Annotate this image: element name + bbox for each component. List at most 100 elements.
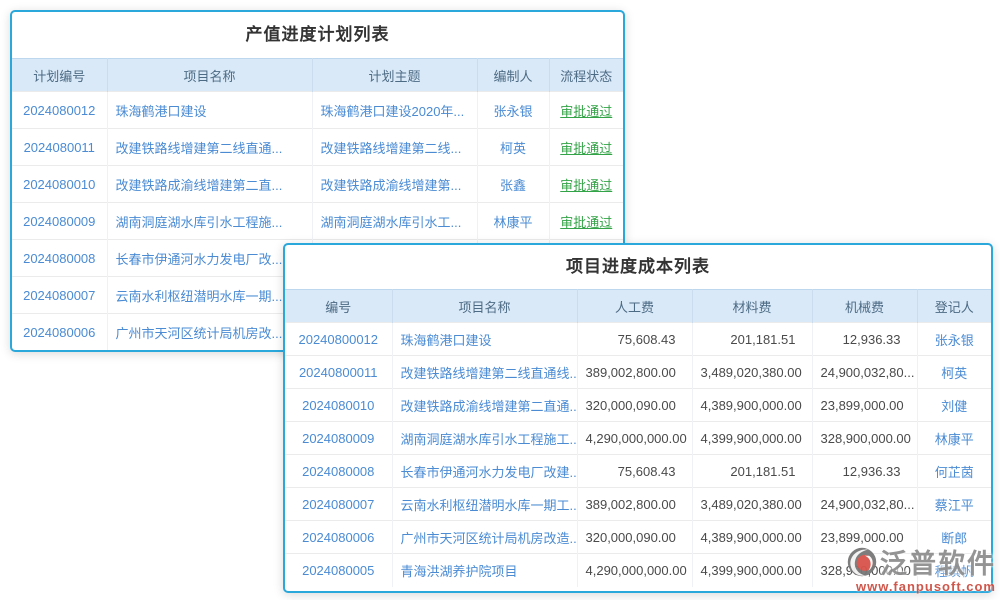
cell-registrant[interactable]: 程缤帆 [917, 554, 991, 587]
desktop: { "plan_window": { "title": "产值进度计划列表", … [0, 0, 1000, 600]
cell-machine-cost: 24,900,032,80... [812, 488, 917, 521]
cost-window-title: 项目进度成本列表 [285, 245, 991, 289]
col-header-author: 编制人 [477, 59, 549, 92]
cell-cost-id[interactable]: 2024080005 [285, 554, 392, 587]
plan-table-header-row: 计划编号 项目名称 计划主题 编制人 流程状态 [12, 59, 623, 92]
cell-flow-status[interactable]: 审批通过 [549, 203, 623, 240]
cell-author[interactable]: 张鑫 [477, 166, 549, 203]
table-row[interactable]: 2024080005青海洪湖养护院项目4,290,000,000.004,399… [285, 554, 991, 587]
cell-machine-cost: 23,899,000.00 [812, 389, 917, 422]
table-row[interactable]: 2024080010改建铁路成渝线增建第二直通...320,000,090.00… [285, 389, 991, 422]
cell-author[interactable]: 柯英 [477, 129, 549, 166]
cell-plan-subject[interactable]: 改建铁路线增建第二线... [312, 129, 477, 166]
cell-plan-subject[interactable]: 改建铁路成渝线增建第... [312, 166, 477, 203]
cell-material-cost: 4,399,900,000.00 [692, 554, 812, 587]
table-row[interactable]: 20240800012珠海鹤港口建设75,608.43201,181.5112,… [285, 323, 991, 356]
cell-cost-id[interactable]: 20240800011 [285, 356, 392, 389]
cost-table: 编号 项目名称 人工费 材料费 机械费 登记人 20240800012珠海鹤港口… [285, 289, 991, 587]
cell-machine-cost: 328,900,000.00 [812, 554, 917, 587]
cell-material-cost: 4,389,900,000.00 [692, 389, 812, 422]
cell-cost-project-name[interactable]: 广州市天河区统计局机房改造... [392, 521, 577, 554]
cell-project-name[interactable]: 广州市天河区统计局机房改... [107, 314, 312, 351]
cell-labor-cost: 389,002,800.00 [577, 488, 692, 521]
col-header-plan-id: 计划编号 [12, 59, 107, 92]
cell-cost-project-name[interactable]: 长春市伊通河水力发电厂改建... [392, 455, 577, 488]
cell-machine-cost: 12,936.33 [812, 455, 917, 488]
cell-cost-id[interactable]: 2024080007 [285, 488, 392, 521]
cell-material-cost: 201,181.51 [692, 455, 812, 488]
cell-cost-project-name[interactable]: 云南水利枢纽潜明水库一期工... [392, 488, 577, 521]
cell-registrant[interactable]: 林康平 [917, 422, 991, 455]
table-row[interactable]: 2024080006广州市天河区统计局机房改造...320,000,090.00… [285, 521, 991, 554]
cell-machine-cost: 23,899,000.00 [812, 521, 917, 554]
cell-flow-status[interactable]: 审批通过 [549, 92, 623, 129]
table-row[interactable]: 2024080010改建铁路成渝线增建第二直...改建铁路成渝线增建第...张鑫… [12, 166, 623, 203]
cell-plan-id[interactable]: 2024080006 [12, 314, 107, 351]
col-header-plan-subject: 计划主题 [312, 59, 477, 92]
cell-author[interactable]: 林康平 [477, 203, 549, 240]
cost-list-window: 项目进度成本列表 编号 项目名称 人工费 材料费 机械费 登记人 2024080… [283, 243, 993, 593]
cell-plan-subject[interactable]: 珠海鹤港口建设2020年... [312, 92, 477, 129]
cell-cost-id[interactable]: 2024080009 [285, 422, 392, 455]
cell-registrant[interactable]: 张永银 [917, 323, 991, 356]
cell-project-name[interactable]: 湖南洞庭湖水库引水工程施... [107, 203, 312, 240]
cost-table-header-row: 编号 项目名称 人工费 材料费 机械费 登记人 [285, 290, 991, 323]
cell-labor-cost: 4,290,000,000.00 [577, 554, 692, 587]
cell-project-name[interactable]: 改建铁路线增建第二线直通... [107, 129, 312, 166]
cell-author[interactable]: 张永银 [477, 92, 549, 129]
table-row[interactable]: 20240800011改建铁路线增建第二线直通线...389,002,800.0… [285, 356, 991, 389]
cell-project-name[interactable]: 珠海鹤港口建设 [107, 92, 312, 129]
cell-cost-id[interactable]: 2024080010 [285, 389, 392, 422]
cell-plan-id[interactable]: 2024080011 [12, 129, 107, 166]
table-row[interactable]: 2024080009湖南洞庭湖水库引水工程施工...4,290,000,000.… [285, 422, 991, 455]
table-row[interactable]: 2024080008长春市伊通河水力发电厂改建...75,608.43201,1… [285, 455, 991, 488]
cell-registrant[interactable]: 蔡江平 [917, 488, 991, 521]
cell-labor-cost: 4,290,000,000.00 [577, 422, 692, 455]
col-header-registrant: 登记人 [917, 290, 991, 323]
cell-cost-id[interactable]: 2024080006 [285, 521, 392, 554]
cell-project-name[interactable]: 云南水利枢纽潜明水库一期... [107, 277, 312, 314]
cell-cost-id[interactable]: 20240800012 [285, 323, 392, 356]
cell-cost-project-name[interactable]: 青海洪湖养护院项目 [392, 554, 577, 587]
cell-flow-status[interactable]: 审批通过 [549, 166, 623, 203]
cell-material-cost: 201,181.51 [692, 323, 812, 356]
cell-material-cost: 4,389,900,000.00 [692, 521, 812, 554]
col-header-cost-project-name: 项目名称 [392, 290, 577, 323]
cell-plan-id[interactable]: 2024080008 [12, 240, 107, 277]
cell-project-name[interactable]: 改建铁路成渝线增建第二直... [107, 166, 312, 203]
plan-window-title: 产值进度计划列表 [12, 12, 623, 58]
cell-registrant[interactable]: 断郎 [917, 521, 991, 554]
cell-labor-cost: 75,608.43 [577, 455, 692, 488]
cell-labor-cost: 320,000,090.00 [577, 521, 692, 554]
cell-material-cost: 4,399,900,000.00 [692, 422, 812, 455]
cell-cost-project-name[interactable]: 珠海鹤港口建设 [392, 323, 577, 356]
col-header-material-cost: 材料费 [692, 290, 812, 323]
table-row[interactable]: 2024080012珠海鹤港口建设珠海鹤港口建设2020年...张永银审批通过 [12, 92, 623, 129]
cell-cost-id[interactable]: 2024080008 [285, 455, 392, 488]
table-row[interactable]: 2024080007云南水利枢纽潜明水库一期工...389,002,800.00… [285, 488, 991, 521]
cell-plan-id[interactable]: 2024080009 [12, 203, 107, 240]
cell-plan-id[interactable]: 2024080012 [12, 92, 107, 129]
col-header-machine-cost: 机械费 [812, 290, 917, 323]
col-header-labor-cost: 人工费 [577, 290, 692, 323]
cell-labor-cost: 320,000,090.00 [577, 389, 692, 422]
cell-cost-project-name[interactable]: 湖南洞庭湖水库引水工程施工... [392, 422, 577, 455]
cell-plan-id[interactable]: 2024080007 [12, 277, 107, 314]
cell-registrant[interactable]: 何芷茵 [917, 455, 991, 488]
cell-flow-status[interactable]: 审批通过 [549, 129, 623, 166]
cell-cost-project-name[interactable]: 改建铁路成渝线增建第二直通... [392, 389, 577, 422]
cell-plan-id[interactable]: 2024080010 [12, 166, 107, 203]
cell-machine-cost: 24,900,032,80... [812, 356, 917, 389]
cell-registrant[interactable]: 柯英 [917, 356, 991, 389]
table-row[interactable]: 2024080009湖南洞庭湖水库引水工程施...湖南洞庭湖水库引水工...林康… [12, 203, 623, 240]
cell-project-name[interactable]: 长春市伊通河水力发电厂改... [107, 240, 312, 277]
cell-cost-project-name[interactable]: 改建铁路线增建第二线直通线... [392, 356, 577, 389]
cell-labor-cost: 75,608.43 [577, 323, 692, 356]
cell-registrant[interactable]: 刘健 [917, 389, 991, 422]
cell-plan-subject[interactable]: 湖南洞庭湖水库引水工... [312, 203, 477, 240]
col-header-flow-status: 流程状态 [549, 59, 623, 92]
cell-material-cost: 3,489,020,380.00 [692, 356, 812, 389]
cell-machine-cost: 328,900,000.00 [812, 422, 917, 455]
col-header-cost-id: 编号 [285, 290, 392, 323]
table-row[interactable]: 2024080011改建铁路线增建第二线直通...改建铁路线增建第二线...柯英… [12, 129, 623, 166]
